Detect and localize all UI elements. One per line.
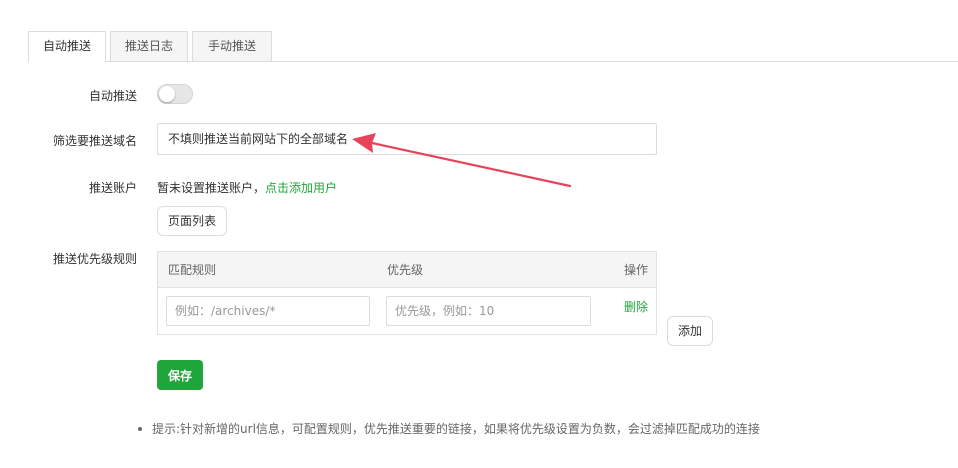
push-account-empty-text: 暂未设置推送账户， [157, 181, 266, 195]
auto-push-label: 自动推送 [88, 89, 137, 103]
column-header-match: 匹配规则 [168, 263, 217, 277]
add-rule-button[interactable]: 添加 [667, 316, 713, 346]
annotation-arrow-icon [352, 133, 572, 188]
push-account-label: 推送账户 [88, 181, 137, 195]
column-header-action: 操作 [623, 263, 648, 277]
push-account-status: 暂未设置推送账户，点击添加用户 [157, 179, 337, 196]
tab-auto-push[interactable]: 自动推送 [28, 31, 106, 63]
domain-filter-label: 筛选要推送域名 [52, 134, 137, 148]
auto-push-toggle[interactable] [157, 84, 193, 104]
tip-content: 提示:针对新增的url信息，可配置规则，优先推送重要的链接，如果将优先级设置为负… [152, 422, 760, 436]
table-header: 匹配规则 优先级 操作 [158, 252, 656, 288]
match-rule-input[interactable] [166, 296, 370, 326]
priority-rules-label: 推送优先级规则 [52, 252, 137, 266]
priority-input[interactable] [386, 296, 591, 326]
domain-filter-input[interactable] [157, 123, 657, 155]
priority-rules-table: 匹配规则 优先级 操作 删除 [157, 251, 657, 335]
add-user-link[interactable]: 点击添加用户 [265, 181, 337, 195]
column-header-priority: 优先级 [387, 263, 424, 277]
delete-rule-link[interactable]: 删除 [624, 298, 648, 315]
tab-manual-push[interactable]: 手动推送 [192, 31, 272, 62]
tab-push-log[interactable]: 推送日志 [110, 31, 188, 62]
toggle-knob [159, 86, 175, 102]
page-list-button[interactable]: 页面列表 [157, 206, 227, 236]
bullet-icon [138, 426, 142, 431]
tip-text: 提示:针对新增的url信息，可配置规则，优先推送重要的链接，如果将优先级设置为负… [138, 420, 760, 437]
tab-bar: 自动推送 推送日志 手动推送 [28, 31, 958, 63]
save-button[interactable]: 保存 [157, 360, 203, 390]
